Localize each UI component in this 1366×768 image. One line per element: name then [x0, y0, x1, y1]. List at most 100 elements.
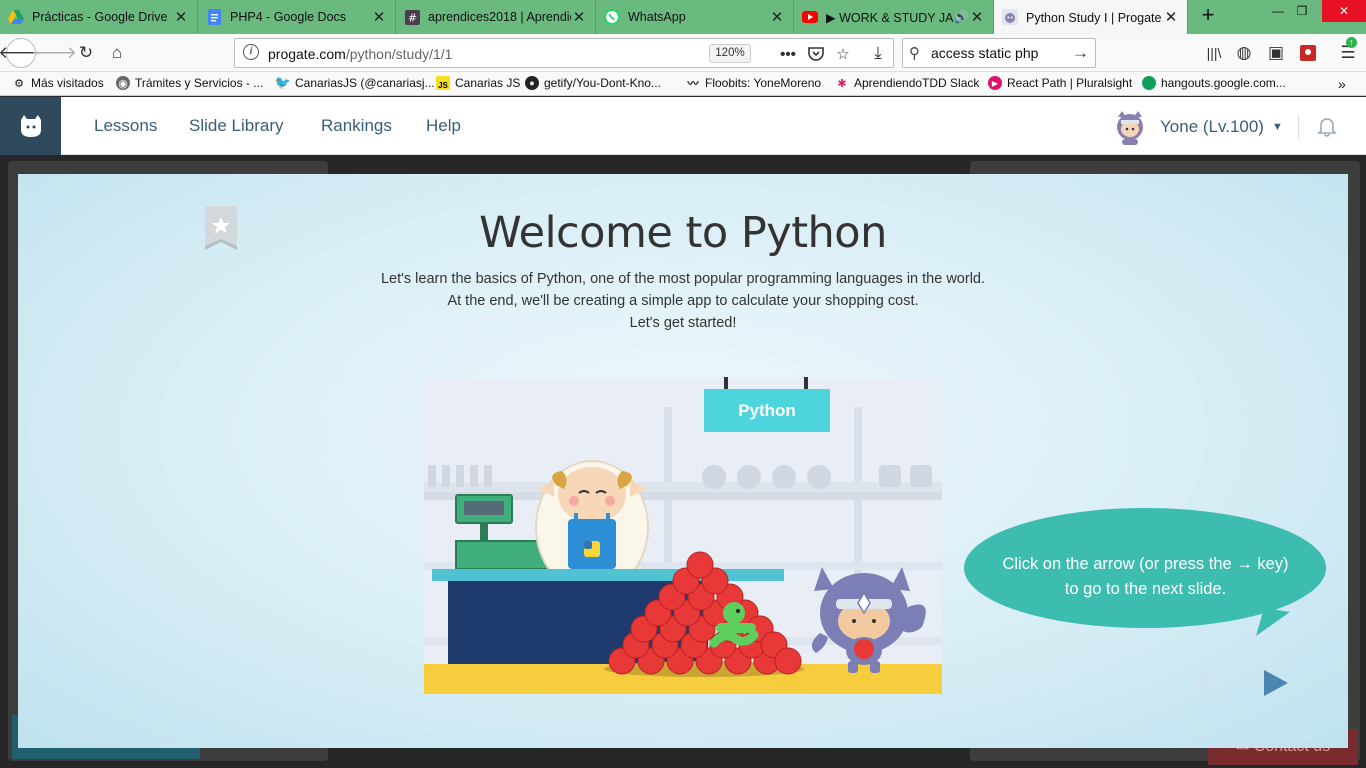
slack-icon: # [404, 9, 420, 25]
google-drive-icon [8, 9, 24, 25]
bookmark-label: React Path | Pluralsight [1007, 76, 1133, 90]
tab-google-drive[interactable]: Prácticas - Google Drive ✕ [0, 0, 198, 34]
sign-text: Python [738, 401, 796, 420]
prev-slide-arrow-icon[interactable] [1186, 668, 1216, 698]
close-window-button[interactable]: ✕ [1322, 0, 1366, 22]
tab-title: WhatsApp [628, 10, 686, 24]
nav-lessons[interactable]: Lessons [94, 116, 157, 136]
next-slide-arrow-icon[interactable] [1260, 668, 1290, 698]
bookmark-label: AprendiendoTDD Slack [854, 76, 980, 90]
url-domain: progate.com [268, 46, 346, 62]
tab-youtube[interactable]: ▶ WORK & STUDY JAZZ 🔊 ✕ [794, 0, 994, 34]
hint-line: Click on the arrow (or press the → key) [1002, 555, 1289, 573]
bookmarks-bar: ⚙ Más visitados ◉ Trámites y Servicios - .… [0, 72, 1366, 96]
nav-rankings[interactable]: Rankings [321, 116, 392, 136]
nav-help[interactable]: Help [426, 116, 461, 136]
new-tab-button[interactable]: + [1196, 4, 1220, 28]
download-button[interactable]: ⤓ [864, 39, 892, 67]
page-actions-icon[interactable]: ••• [777, 43, 799, 65]
tab-title: PHP4 - Google Docs [230, 10, 347, 24]
google-docs-icon [206, 9, 222, 25]
close-icon[interactable]: ✕ [571, 8, 587, 26]
bookmarks-overflow-icon[interactable]: » [1338, 76, 1346, 92]
bookmark-item[interactable]: ▶ React Path | Pluralsight [988, 76, 1132, 90]
bookmark-label: Más visitados [31, 76, 104, 90]
close-icon[interactable]: ✕ [1163, 8, 1179, 26]
download-icon: ⤓ [874, 43, 882, 62]
slide-description: Let's learn the basics of Python, one of… [18, 268, 1348, 334]
update-badge-icon: ↑ [1346, 37, 1357, 48]
tab-progate[interactable]: Python Study Ⅰ | Progate ✕ [994, 0, 1188, 34]
search-input[interactable] [931, 45, 1071, 61]
globe-icon: ◉ [116, 76, 130, 90]
hangouts-icon [1142, 76, 1156, 90]
slide-title: Welcome to Python [479, 208, 887, 258]
url-bar[interactable]: i progate.com/python/study/1/1 120% ••• … [234, 38, 894, 68]
bookmark-label: Trámites y Servicios - ... [135, 76, 264, 90]
desc-line: At the end, we'll be creating a simple a… [447, 293, 919, 309]
user-menu[interactable]: Yone (Lv.100) ▼ [1112, 109, 1283, 145]
nav-slide-library[interactable]: Slide Library [189, 116, 284, 136]
bookmark-item[interactable]: JS Canarias JS [436, 76, 520, 90]
bookmark-label: CanariasJS (@canariasj... [295, 76, 435, 90]
bookmark-item[interactable]: ◉ Trámites y Servicios - ... [116, 76, 263, 90]
bookmark-item[interactable]: ⚙ Más visitados [12, 76, 104, 90]
url-path: /python/study/1/1 [345, 46, 453, 62]
url-text[interactable]: progate.com/python/study/1/1 [268, 46, 452, 62]
slack-icon: ✱ [837, 77, 847, 90]
forward-button[interactable]: 🡒 [31, 39, 77, 67]
sidebar-icon[interactable]: ▣ [1262, 39, 1290, 67]
close-icon[interactable]: ✕ [769, 8, 785, 26]
library-icon[interactable]: |||\ [1200, 39, 1228, 67]
vpn-globe-icon[interactable]: ◍ [1230, 39, 1258, 67]
bookmark-label: Canarias JS [455, 76, 521, 90]
bookmark-item[interactable]: ✱ AprendiendoTDD Slack [835, 76, 979, 90]
zoom-indicator[interactable]: 120% [709, 44, 751, 63]
tab-title: Prácticas - Google Drive [32, 10, 168, 24]
search-bar[interactable]: ⚲ → [902, 38, 1096, 68]
bookmark-label: Floobits: YoneMoreno [705, 76, 822, 90]
browser-nav-bar: 🡐 🡒 ↻ ⌂ i progate.com/python/study/1/1 1… [0, 34, 1366, 72]
bookmark-label: hangouts.google.com... [1161, 76, 1286, 90]
close-icon[interactable]: ✕ [969, 8, 985, 26]
bell-icon[interactable] [1316, 115, 1338, 137]
gear-icon: ⚙ [14, 77, 24, 90]
speaker-icon[interactable]: 🔊 [953, 10, 969, 24]
tab-title: ▶ WORK & STUDY JAZZ [826, 10, 953, 25]
floobits-icon: 〰 [687, 78, 699, 90]
js-icon: JS [436, 76, 450, 90]
star-bookmark-icon[interactable]: ☆ [832, 43, 854, 65]
tab-title: Python Study Ⅰ | Progate [1026, 10, 1162, 25]
apple [686, 551, 714, 579]
hint-line: to go to the next slide. [1064, 580, 1227, 598]
caret-down-icon: ▼ [1271, 121, 1283, 133]
tab-whatsapp[interactable]: WhatsApp ✕ [596, 0, 794, 34]
pocket-icon[interactable] [805, 43, 827, 65]
arrow-right-icon: 🡒 [31, 43, 77, 62]
tab-google-docs[interactable]: PHP4 - Google Docs ✕ [198, 0, 396, 34]
bookmark-item[interactable]: ● getify/You-Dont-Kno... [525, 76, 661, 90]
progate-page: Lessons Slide Library Rankings Help Yone… [0, 97, 1366, 768]
reload-icon: ↻ [78, 43, 94, 62]
arrow-right-icon[interactable]: → [1072, 43, 1089, 63]
youtube-icon [802, 9, 818, 25]
bookmark-item[interactable]: 🐦 CanariasJS (@canariasj... [274, 75, 435, 90]
svg-text:#: # [407, 11, 416, 24]
twitter-icon: 🐦 [274, 75, 292, 90]
extension-icon[interactable] [1294, 39, 1322, 67]
user-name: Yone (Lv.100) [1160, 117, 1264, 136]
tab-slack[interactable]: # aprendices2018 | Aprendie ✕ [396, 0, 596, 34]
lesson-slide: Welcome to Python Let's learn the basics… [18, 174, 1348, 748]
close-icon[interactable]: ✕ [371, 8, 387, 26]
home-button[interactable]: ⌂ [103, 39, 131, 67]
reload-button[interactable]: ↻ [72, 39, 100, 67]
search-icon: ⚲ [909, 45, 920, 62]
maximize-button[interactable]: ❐ [1282, 0, 1322, 22]
info-icon[interactable]: i [243, 44, 259, 60]
whatsapp-icon [604, 9, 620, 25]
home-icon: ⌂ [111, 43, 123, 62]
bookmark-item[interactable]: hangouts.google.com... [1142, 76, 1286, 90]
close-icon[interactable]: ✕ [173, 8, 189, 26]
bookmark-item[interactable]: 〰 Floobits: YoneMoreno [686, 76, 822, 90]
progate-logo[interactable] [0, 97, 61, 155]
